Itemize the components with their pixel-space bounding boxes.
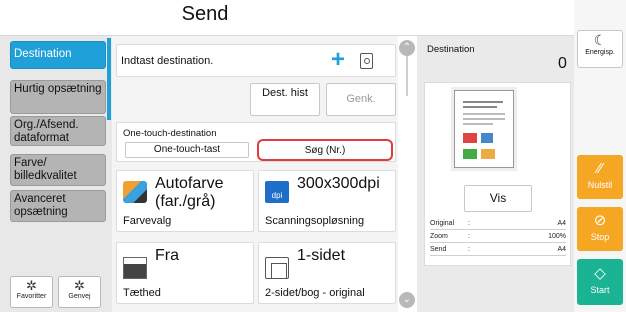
sidebar-item-quick-setup[interactable]: Hurtig opsætning: [10, 80, 106, 114]
start-icon: ◇: [594, 265, 606, 282]
dest-hist-button[interactable]: Dest. hist: [250, 83, 320, 116]
reset-label: Nulstil: [587, 180, 613, 190]
start-button[interactable]: ◇ Start: [577, 259, 623, 305]
gear-icon: ✲: [26, 278, 37, 293]
plus-icon[interactable]: +: [331, 47, 345, 73]
sidebar-item-file-format[interactable]: Org./Afsend. dataformat: [10, 116, 106, 146]
one-touch-key-button[interactable]: One-touch-tast: [125, 142, 249, 158]
favorites-button[interactable]: ✲ Favoritter: [10, 276, 53, 308]
resolution-label: Scanningsopløsning: [265, 215, 365, 227]
favorites-label: Favoritter: [16, 293, 47, 300]
scrollbar-track[interactable]: [406, 56, 408, 96]
reset-button[interactable]: ⁄⁄ Nulstil: [577, 155, 623, 199]
density-icon: [123, 257, 147, 279]
resolution-tile[interactable]: dpi 300x300dpi Scanningsopløsning: [258, 170, 396, 232]
sidebar-scroll-indicator: [107, 38, 111, 120]
info-row-send: Send : A4: [430, 245, 566, 256]
duplex-value: 1-sidet: [297, 247, 346, 264]
page-title: Send: [181, 3, 229, 25]
document-thumbnail: [454, 90, 514, 168]
density-tile[interactable]: Fra Tæthed: [116, 242, 254, 304]
one-touch-label: One-touch-destination: [123, 128, 217, 139]
duplex-icon: [265, 257, 289, 279]
moon-icon: ☾: [593, 32, 607, 48]
start-label: Start: [590, 285, 610, 295]
scroll-up-icon[interactable]: ⌃: [399, 40, 415, 56]
reset-icon: ⁄⁄: [597, 160, 603, 177]
destination-count: 0: [558, 55, 567, 72]
destination-input-bar[interactable]: Indtast destination. +: [116, 44, 396, 77]
color-mode-label: Farvevalg: [123, 215, 172, 227]
gear-icon: ✲: [74, 278, 85, 293]
stop-icon: ⊘: [593, 212, 607, 229]
density-label: Tæthed: [123, 287, 161, 299]
resolution-value: 300x300dpi: [297, 175, 380, 192]
shortcut-label: Genvej: [68, 293, 91, 300]
scroll-down-icon[interactable]: ⌄: [399, 292, 415, 308]
stop-label: Stop: [590, 232, 610, 242]
dpi-icon: dpi: [265, 181, 289, 203]
preview-button[interactable]: Vis: [464, 185, 532, 212]
duplex-label: 2-sidet/bog - original: [265, 287, 365, 299]
color-mode-icon: [123, 181, 147, 203]
address-book-icon[interactable]: [360, 53, 373, 69]
search-number-button[interactable]: Søg (Nr.): [257, 139, 393, 161]
energy-saver-button[interactable]: ☾ Energisp.: [577, 30, 623, 68]
sidebar-item-color-quality[interactable]: Farve/ billedkvalitet: [10, 154, 106, 186]
shortcut-button[interactable]: ✲ Genvej: [58, 276, 101, 308]
energy-saver-label: Energisp.: [585, 49, 615, 56]
recall-button[interactable]: Genk.: [326, 83, 396, 116]
one-touch-card: One-touch-destination One-touch-tast Søg…: [116, 122, 396, 162]
sidebar-item-destination[interactable]: Destination: [10, 41, 106, 69]
color-mode-tile[interactable]: Autofarve (far./grå) Farvevalg: [116, 170, 254, 232]
stop-button[interactable]: ⊘ Stop: [577, 207, 623, 251]
sidebar-item-advanced-setup[interactable]: Avanceret opsætning: [10, 190, 106, 222]
destination-count-label: Destination: [427, 44, 475, 55]
info-row-original: Original : A4: [430, 219, 566, 230]
duplex-tile[interactable]: 1-sidet 2-sidet/bog - original: [258, 242, 396, 304]
info-row-zoom: Zoom : 100%: [430, 232, 566, 243]
density-value: Fra: [155, 247, 179, 264]
color-mode-value: Autofarve (far./grå): [155, 175, 224, 210]
destination-input-label: Indtast destination.: [121, 55, 214, 67]
